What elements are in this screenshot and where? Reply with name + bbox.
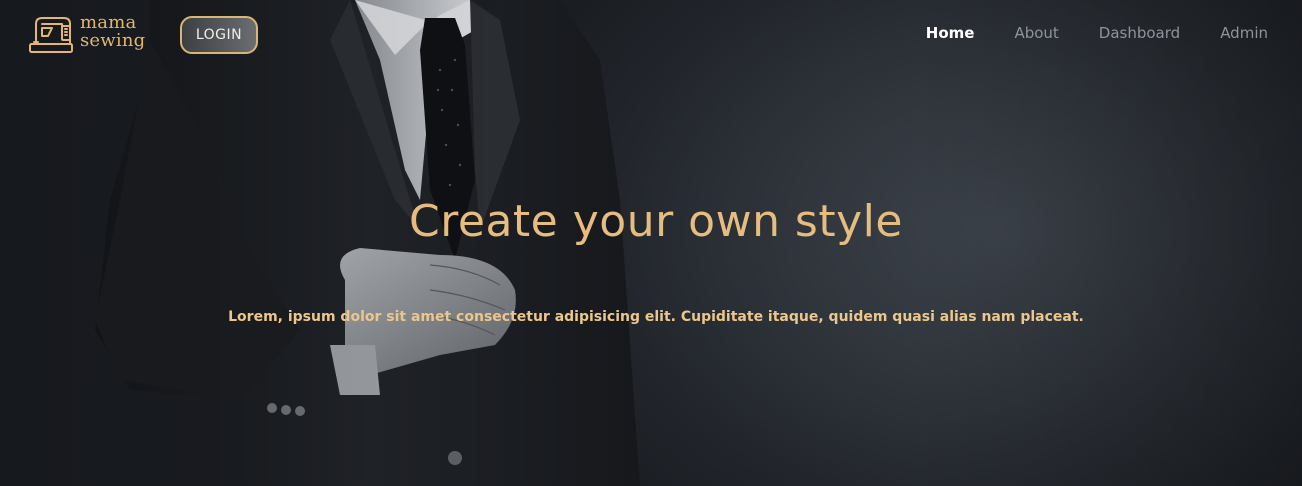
hero-subtitle: Lorem, ipsum dolor sit amet consectetur … — [228, 309, 1084, 325]
sewing-machine-icon — [29, 17, 73, 53]
brand-name-line2: sewing — [80, 30, 146, 51]
brand-name: mama sewing — [80, 14, 145, 50]
nav-link-admin[interactable]: Admin — [1220, 24, 1268, 42]
hero-section: mama sewing LOGIN Home About Dashboard A… — [0, 0, 1302, 486]
navbar: mama sewing LOGIN Home About Dashboard A… — [0, 0, 1302, 70]
nav-link-home[interactable]: Home — [926, 24, 975, 42]
nav-link-dashboard[interactable]: Dashboard — [1099, 24, 1180, 42]
nav-menu: Home About Dashboard Admin — [926, 24, 1268, 42]
nav-link-about[interactable]: About — [1014, 24, 1058, 42]
hero-title: Create your own style — [409, 196, 903, 247]
login-button[interactable]: LOGIN — [180, 16, 258, 54]
brand-logo[interactable]: mama sewing — [28, 12, 145, 58]
